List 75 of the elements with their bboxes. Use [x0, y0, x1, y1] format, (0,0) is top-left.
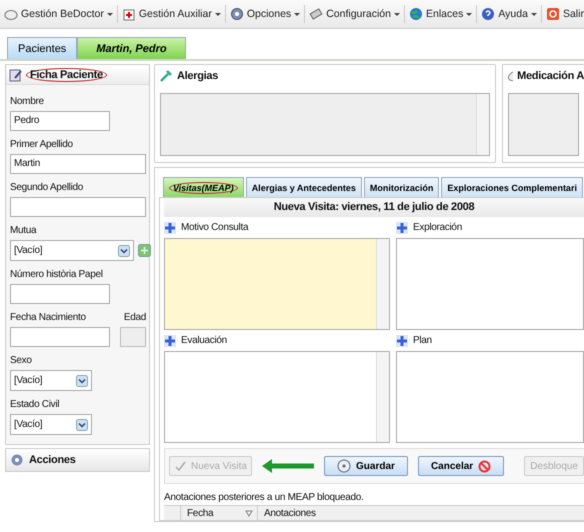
- text-area[interactable]: [508, 93, 579, 156]
- edit-card-icon: [9, 68, 23, 82]
- section-label: Motivo Consulta: [181, 222, 248, 233]
- field-label: Fecha Nacimiento: [10, 311, 86, 325]
- plus-icon[interactable]: [164, 334, 176, 346]
- caret-icon: [106, 12, 113, 16]
- field-label: Mutua: [10, 224, 36, 238]
- field-label: Sexo: [10, 354, 32, 368]
- caret-icon: [294, 12, 300, 16]
- scrollbar[interactable]: [376, 352, 389, 442]
- caret-icon: [214, 12, 221, 16]
- column-header[interactable]: Anotaciones: [258, 506, 316, 520]
- text-area[interactable]: [164, 351, 390, 443]
- text-area[interactable]: [396, 238, 584, 330]
- globe-icon: [408, 7, 423, 21]
- add-icon[interactable]: [138, 244, 151, 257]
- caret-icon: [466, 12, 472, 16]
- text-field[interactable]: [10, 197, 146, 217]
- dropdown[interactable]: [Vacío]: [10, 240, 134, 261]
- plus-icon[interactable]: [164, 222, 176, 234]
- field-label: Estado Civil: [10, 398, 60, 412]
- menu-item[interactable]: Salir: [544, 5, 584, 23]
- left-arrow-icon: [262, 459, 314, 473]
- save-button[interactable]: Guardar: [324, 456, 408, 476]
- text-area[interactable]: [164, 238, 390, 330]
- section-label: Plan: [413, 335, 432, 346]
- text-area[interactable]: [160, 93, 490, 156]
- menu-item[interactable]: Gestión Auxiliar: [120, 5, 223, 23]
- tab[interactable]: Monitorización: [364, 177, 440, 197]
- field-label: Segundo Apellido: [10, 181, 84, 195]
- help-icon: [481, 7, 496, 21]
- text-field[interactable]: [10, 284, 110, 304]
- caret-icon: [530, 12, 537, 16]
- dropdown[interactable]: [Vacío]: [10, 414, 92, 435]
- tab[interactable]: Exploraciones Complementari: [441, 177, 583, 197]
- scrollbar[interactable]: [376, 239, 389, 329]
- tab[interactable]: Alergias y Antecedentes: [246, 177, 362, 197]
- tab[interactable]: Visitas(MEAP): [163, 177, 244, 197]
- first-aid-icon: [122, 7, 136, 21]
- visit-title: Nueva Visita: viernes, 11 de julio de 2008: [164, 198, 584, 217]
- exit-icon: [546, 7, 560, 21]
- plus-icon[interactable]: [396, 222, 408, 234]
- plus-icon[interactable]: [396, 334, 408, 346]
- check-icon: [174, 460, 186, 472]
- section-label: Exploración: [413, 222, 462, 233]
- tab[interactable]: Pacientes: [7, 37, 78, 59]
- menu-item[interactable]: Enlaces: [406, 5, 474, 23]
- tab[interactable]: Martin, Pedro: [77, 37, 186, 59]
- column-header[interactable]: Fecha: [181, 506, 258, 520]
- section-label: Evaluación: [181, 335, 227, 346]
- field-label: Edad: [124, 311, 146, 325]
- field-label: Número història Papel: [10, 268, 103, 282]
- cancel-button[interactable]: Cancelar: [418, 456, 504, 476]
- dropdown[interactable]: [Vacío]: [10, 370, 92, 391]
- text-field[interactable]: Martin: [10, 154, 146, 174]
- cancel-icon: [478, 460, 492, 472]
- panel-header[interactable]: Acciones: [5, 448, 150, 472]
- caret-icon: [394, 12, 400, 16]
- menu-item[interactable]: Configuración: [307, 5, 402, 23]
- field-label: Nombre: [10, 95, 44, 109]
- panel-title: Ficha Paciente: [26, 68, 107, 82]
- note-text: Anotaciones posteriores a un MEAP bloqueado.: [164, 491, 365, 505]
- scrollbar[interactable]: [476, 94, 489, 155]
- text-area[interactable]: [396, 351, 584, 443]
- age-field: [120, 327, 146, 347]
- text-field[interactable]: Pedro: [10, 111, 110, 131]
- cloud-icon: [4, 7, 18, 21]
- date-field[interactable]: [10, 327, 110, 347]
- field-label: Primer Apellido: [10, 138, 73, 152]
- menu-item[interactable]: Gestión BeDoctor: [2, 5, 115, 23]
- panel-title: Medicación A: [517, 70, 584, 82]
- menu-item[interactable]: Ayuda: [479, 5, 539, 23]
- menu-item[interactable]: Opciones: [228, 5, 302, 23]
- sort-icon: [245, 509, 253, 517]
- panel-title: Alergias: [177, 70, 218, 82]
